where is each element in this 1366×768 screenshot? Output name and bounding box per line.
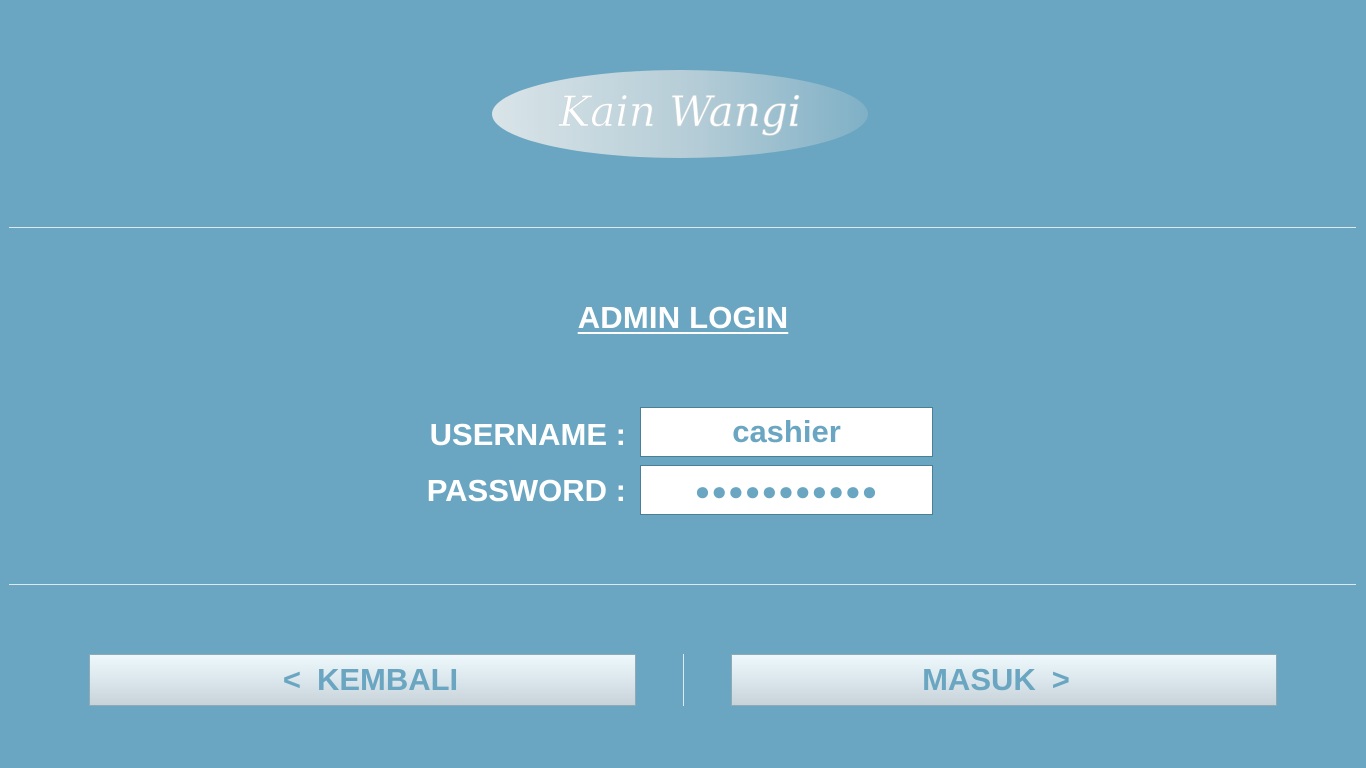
password-label: PASSWORD : xyxy=(426,473,626,508)
password-masked-value: ●●●●●●●●●●● xyxy=(694,476,879,506)
login-screen: Kain Wangi ADMIN LOGIN USERNAME : cashie… xyxy=(0,0,1366,768)
kain-wangi-logo: Kain Wangi xyxy=(490,68,870,160)
username-field[interactable]: cashier xyxy=(640,407,933,457)
bottom-divider xyxy=(9,584,1356,585)
login-button-label: MASUK xyxy=(922,662,1036,697)
forward-arrow-icon: > xyxy=(1051,662,1070,697)
svg-text:Kain Wangi: Kain Wangi xyxy=(558,87,801,136)
page-title: ADMIN LOGIN xyxy=(577,300,789,335)
username-label: USERNAME : xyxy=(429,417,626,452)
back-arrow-icon: < xyxy=(282,662,301,697)
password-field[interactable]: ●●●●●●●●●●● xyxy=(640,465,933,515)
back-button-label: KEMBALI xyxy=(316,662,459,697)
button-separator xyxy=(683,654,684,706)
back-button[interactable]: < KEMBALI xyxy=(89,654,636,706)
top-divider xyxy=(9,227,1356,228)
login-button[interactable]: MASUK > xyxy=(731,654,1277,706)
username-value: cashier xyxy=(732,414,841,449)
